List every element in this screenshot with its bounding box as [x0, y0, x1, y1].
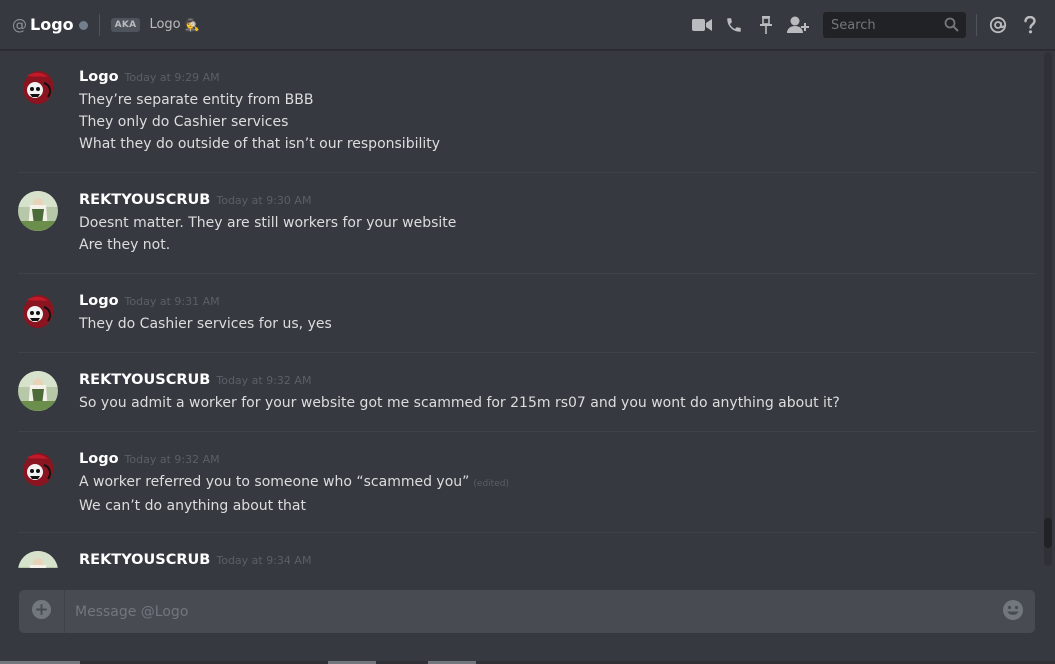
upload-button[interactable] [19, 590, 64, 633]
search-box[interactable] [823, 12, 966, 38]
message-header: Logo Today at 9:29 AM [79, 69, 1036, 89]
message-input[interactable] [65, 602, 991, 621]
message-list[interactable]: Logo Today at 9:29 AM They’re separate e… [0, 50, 1042, 568]
username[interactable]: REKTYOUSCRUB [79, 372, 210, 388]
nickname-emoji: 🕵 [184, 17, 200, 32]
username[interactable]: REKTYOUSCRUB [79, 192, 210, 208]
username[interactable]: Logo [79, 69, 119, 85]
message-text: So you admit a worker for your website g… [79, 395, 840, 411]
voice-call-icon[interactable] [723, 14, 745, 36]
timestamp: Today at 9:29 AM [124, 71, 220, 84]
message-text: Doesnt matter. They are still workers fo… [79, 215, 457, 231]
header-divider [98, 13, 100, 36]
message-text: They do Cashier services for us, yes [79, 316, 332, 332]
message-group: REKTYOUSCRUB Today at 9:34 AM [18, 533, 1036, 568]
pinned-messages-icon[interactable] [755, 14, 777, 36]
add-friend-icon[interactable] [787, 14, 809, 36]
scrollbar-thumb[interactable] [1044, 518, 1052, 548]
at-symbol: @ [12, 15, 27, 34]
avatar[interactable] [18, 551, 58, 568]
message-group: Logo Today at 9:31 AM They do Cashier se… [18, 274, 1036, 353]
timestamp: Today at 9:32 AM [216, 374, 312, 387]
message-group: Logo Today at 9:29 AM They’re separate e… [18, 50, 1036, 173]
message-text: What they do outside of that isn’t our r… [79, 136, 441, 152]
avatar[interactable] [18, 371, 58, 411]
dm-recipient-name[interactable]: Logo [30, 15, 74, 34]
edited-label: (edited) [473, 479, 509, 489]
video-call-icon[interactable] [691, 14, 713, 36]
timestamp: Today at 9:30 AM [216, 194, 312, 207]
message-header: REKTYOUSCRUB Today at 9:30 AM [79, 192, 1036, 212]
message-composer [19, 590, 1035, 633]
message-text: They’re separate entity from BBB [79, 92, 314, 108]
timestamp: Today at 9:31 AM [124, 295, 220, 308]
smiley-icon [1002, 599, 1024, 625]
avatar[interactable] [18, 191, 58, 231]
mentions-icon[interactable] [987, 14, 1009, 36]
timestamp: Today at 9:32 AM [124, 453, 220, 466]
status-offline-icon [78, 20, 88, 30]
plus-circle-icon [31, 599, 52, 624]
avatar[interactable] [18, 292, 58, 332]
username[interactable]: Logo [79, 293, 119, 309]
message-text-content: A worker referred you to someone who “sc… [79, 474, 470, 490]
message-text: A worker referred you to someone who “sc… [79, 471, 1036, 495]
message-text: Are they not. [79, 237, 171, 253]
search-input[interactable] [829, 16, 943, 34]
avatar[interactable] [18, 68, 58, 108]
channel-header: @ Logo AKA Logo 🕵 [0, 0, 1055, 50]
timestamp: Today at 9:34 AM [216, 554, 312, 567]
nickname: Logo [149, 17, 181, 32]
message-group: Logo Today at 9:32 AM A worker referred … [18, 432, 1036, 533]
header-toolbar [691, 0, 1055, 50]
help-icon[interactable] [1019, 14, 1041, 36]
search-icon[interactable] [944, 17, 959, 36]
message-header: REKTYOUSCRUB Today at 9:32 AM [79, 372, 1036, 392]
emoji-picker-button[interactable] [991, 590, 1035, 633]
message-header: REKTYOUSCRUB Today at 9:34 AM [79, 552, 1036, 568]
avatar[interactable] [18, 450, 58, 490]
message-group: REKTYOUSCRUB Today at 9:30 AM Doesnt mat… [18, 173, 1036, 274]
message-header: Logo Today at 9:31 AM [79, 293, 1036, 313]
message-text: They only do Cashier services [79, 114, 289, 130]
aka-badge: AKA [110, 17, 141, 32]
message-header: Logo Today at 9:32 AM [79, 451, 1036, 471]
composer-area [0, 568, 1055, 664]
message-group: REKTYOUSCRUB Today at 9:32 AM So you adm… [18, 353, 1036, 432]
username[interactable]: Logo [79, 451, 119, 467]
dm-window: @ Logo AKA Logo 🕵 Search Logo Today at 9… [0, 0, 1055, 664]
message-text: We can’t do anything about that [79, 498, 307, 514]
toolbar-divider [976, 14, 977, 36]
scrollbar-track[interactable] [1044, 52, 1052, 566]
username[interactable]: REKTYOUSCRUB [79, 552, 210, 568]
